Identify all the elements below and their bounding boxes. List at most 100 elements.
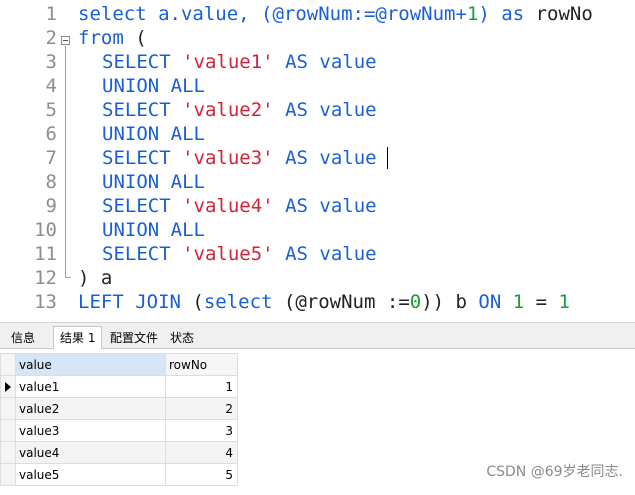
code-line[interactable]: 12 ) a <box>0 266 635 290</box>
code-text: LEFT JOIN (select (@rowNum :=0)) b ON 1 … <box>78 290 570 314</box>
code-token: value <box>307 51 377 73</box>
code-line[interactable]: 13 LEFT JOIN (select (@rowNum :=0)) b ON … <box>0 290 635 314</box>
row-selector[interactable] <box>0 375 16 398</box>
line-number: 5 <box>45 99 57 121</box>
cell-rowno[interactable]: 3 <box>165 419 238 442</box>
code-line[interactable]: 3 SELECT 'value1' AS value <box>0 50 635 74</box>
triangle-right-icon <box>5 382 11 392</box>
line-number: 7 <box>45 147 57 169</box>
tab-info[interactable]: 信息 <box>4 326 42 349</box>
code-text: select a.value, (@rowNum:=@rowNum+1) as … <box>78 2 593 26</box>
code-token: SELECT <box>102 51 171 73</box>
code-token: AS <box>285 147 308 169</box>
code-token: 'value1' <box>182 51 274 73</box>
column-header-value[interactable]: value <box>15 353 166 376</box>
code-token: AS <box>285 99 308 121</box>
line-number: 11 <box>34 243 57 265</box>
code-line[interactable]: 4 UNION ALL <box>0 74 635 98</box>
cell-value[interactable]: value1 <box>15 375 166 398</box>
code-token: UNION ALL <box>102 123 205 145</box>
line-number: 3 <box>45 51 57 73</box>
line-number: 1 <box>45 3 57 25</box>
code-token: (@rowNum := <box>272 291 410 313</box>
code-text: UNION ALL <box>102 122 205 146</box>
code-token: ( <box>123 27 147 49</box>
code-token: value <box>307 147 377 169</box>
table-row[interactable]: value1 1 <box>0 375 238 398</box>
header-row: value rowNo <box>0 353 238 376</box>
table-row[interactable]: value2 2 <box>0 397 238 420</box>
table-row[interactable]: value4 4 <box>0 441 238 464</box>
code-line[interactable]: 8 UNION ALL <box>0 170 635 194</box>
code-token: select <box>203 291 273 313</box>
code-token: 'value5' <box>182 243 274 265</box>
row-selector[interactable] <box>0 463 16 486</box>
tab-profile[interactable]: 配置文件 <box>103 326 165 349</box>
code-line[interactable]: 5 SELECT 'value2' AS value <box>0 98 635 122</box>
tab-status[interactable]: 状态 <box>163 326 201 349</box>
code-token: select a.value, (@rowNum:=@rowNum+ <box>78 3 467 25</box>
cell-value[interactable]: value4 <box>15 441 166 464</box>
code-token: AS <box>285 195 308 217</box>
code-token: value <box>307 99 377 121</box>
row-selector[interactable] <box>0 397 16 420</box>
code-token: SELECT <box>102 243 171 265</box>
cell-value[interactable]: value3 <box>15 419 166 442</box>
code-token: ) a <box>78 267 113 289</box>
line-number: 9 <box>45 195 57 217</box>
table-row[interactable]: value5 5 <box>0 463 238 486</box>
code-line[interactable]: 9 SELECT 'value4' AS value <box>0 194 635 218</box>
code-token: ) <box>478 3 502 25</box>
code-token: value <box>307 195 377 217</box>
code-token: 'value3' <box>182 147 274 169</box>
code-token: rowNo <box>524 3 593 25</box>
code-text: SELECT 'value3' AS value <box>102 146 377 170</box>
code-token: UNION ALL <box>102 171 205 193</box>
result-table: value rowNo value1 1 value2 2 value3 3 v… <box>0 353 238 486</box>
table-row[interactable]: value3 3 <box>0 419 238 442</box>
cell-value[interactable]: value5 <box>15 463 166 486</box>
line-number: 10 <box>34 219 57 241</box>
line-number: 12 <box>34 267 57 289</box>
code-text: SELECT 'value1' AS value <box>102 50 377 74</box>
row-selector[interactable] <box>0 441 16 464</box>
row-header-corner <box>0 353 16 376</box>
tab-result-1[interactable]: 结果 1 <box>53 326 103 350</box>
code-line[interactable]: 2 from ( <box>0 26 635 50</box>
code-line[interactable]: 7 SELECT 'value3' AS value <box>0 146 635 170</box>
line-number: 8 <box>45 171 57 193</box>
cell-rowno[interactable]: 5 <box>165 463 238 486</box>
line-number: 2 <box>45 27 57 49</box>
row-selector[interactable] <box>0 419 16 442</box>
cell-rowno[interactable]: 2 <box>165 397 238 420</box>
cell-rowno[interactable]: 4 <box>165 441 238 464</box>
code-line[interactable]: 1 select a.value, (@rowNum:=@rowNum+1) as… <box>0 2 635 26</box>
code-token: SELECT <box>102 99 171 121</box>
code-token: LEFT JOIN <box>78 291 181 313</box>
result-grid[interactable]: value rowNo value1 1 value2 2 value3 3 v… <box>0 349 635 495</box>
text-caret <box>387 147 388 169</box>
code-token: 'value4' <box>182 195 274 217</box>
code-token: SELECT <box>102 147 171 169</box>
code-line[interactable]: 6 UNION ALL <box>0 122 635 146</box>
column-header-rowno[interactable]: rowNo <box>165 353 238 376</box>
code-text: UNION ALL <box>102 170 205 194</box>
cell-value[interactable]: value2 <box>15 397 166 420</box>
code-line[interactable]: 10 UNION ALL <box>0 218 635 242</box>
code-line[interactable]: 11 SELECT 'value5' AS value <box>0 242 635 266</box>
code-token: UNION ALL <box>102 219 205 241</box>
code-token: from <box>78 27 124 49</box>
sql-editor[interactable]: 1 select a.value, (@rowNum:=@rowNum+1) as… <box>0 0 635 322</box>
cell-rowno[interactable]: 1 <box>165 375 238 398</box>
code-text: SELECT 'value5' AS value <box>102 242 377 266</box>
code-token: 1 <box>558 291 570 313</box>
code-token: ( <box>180 291 204 313</box>
